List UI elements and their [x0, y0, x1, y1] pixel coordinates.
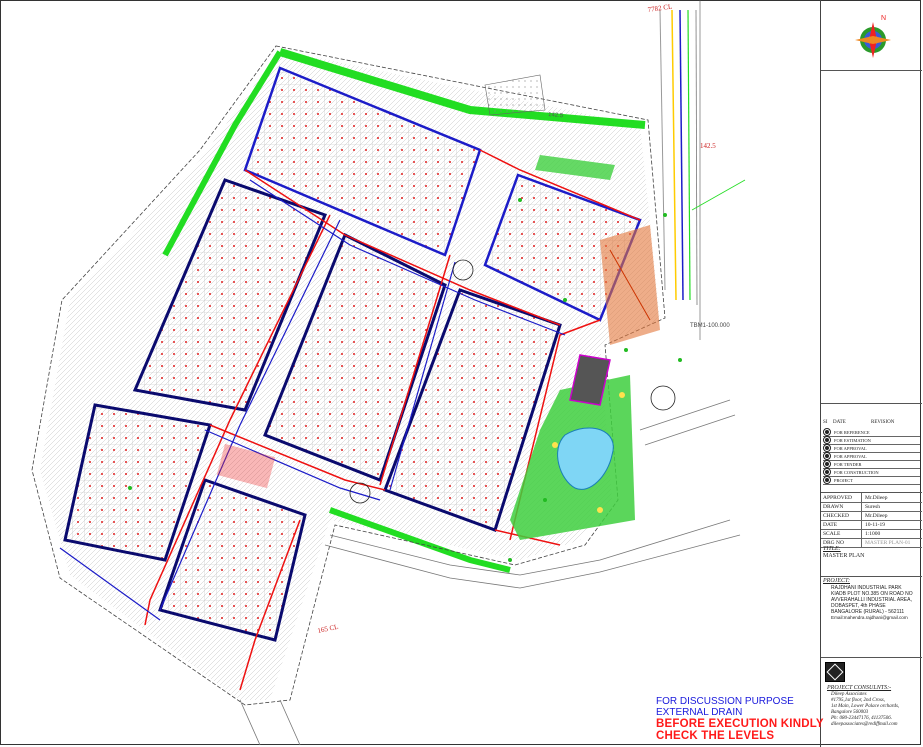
drawing-title: TITLE: MASTER PLAN [823, 546, 865, 560]
detail-value: 1:1000 [865, 530, 881, 537]
detail-key: SCALE [821, 529, 862, 538]
consultant-logo-icon [825, 662, 845, 682]
consultants-label: PROJECT CONSULNTS:- [827, 685, 892, 691]
title-value: MASTER PLAN [823, 553, 865, 559]
approach-road [659, 0, 746, 340]
utility-plot [484, 74, 546, 116]
project-info: PROJECT: RAJDHANI INDUSTRIAL PARK KIADB … [823, 578, 921, 621]
revision-header-date: DATE [833, 420, 846, 425]
revision-header-revision: REVISION [871, 420, 895, 425]
consultant-line: dileepassociates@rediffmail.com [831, 722, 898, 727]
detail-value: Mr.Dileep [865, 494, 888, 501]
note-warning: BEFORE EXECUTION KINDLY [656, 718, 824, 730]
road-chainage-label: 7782 CL [647, 3, 673, 14]
detail-key: DATE [821, 520, 862, 529]
level-label-right: 142.5 [700, 142, 716, 150]
svg-text:N: N [881, 15, 886, 22]
project-line: Email:mahendra.rajdhani@gmail.com [831, 615, 908, 620]
entrance-plaza [600, 225, 660, 345]
project-label: PROJECT: [823, 578, 850, 584]
consultants-info: PROJECT CONSULNTS:- Dileep Associates #1… [827, 685, 921, 728]
revision-header-si: SI [823, 420, 828, 425]
detail-value: 10-11-19 [865, 521, 885, 528]
tbm-label: TBM1-100.000 [690, 323, 730, 329]
turning-circle [650, 385, 676, 411]
note-warning: CHECK THE LEVELS [656, 730, 775, 742]
note-line: FOR DISCUSSION PURPOSE [656, 696, 794, 707]
detail-value: Suresh [865, 503, 880, 510]
title-block: N SI DATE REVISION FOR REFERENCE FOR EST… [820, 0, 922, 747]
title-label: TITLE: [823, 546, 841, 552]
north-arrow-compass-icon: N [855, 15, 891, 58]
detail-key: CHECKED [821, 511, 862, 520]
master-plan-drawing: 7782 CL 142.5 TBM1-100.000 142.5 165 CL [31, 0, 746, 746]
level-label-bottom: 165 CL [317, 623, 339, 635]
detail-value: MASTER PLAN-01 [865, 539, 911, 546]
discussion-notes: FOR DISCUSSION PURPOSE EXTERNAL DRAIN BE… [656, 696, 824, 742]
revision-row: PROJECT [823, 476, 920, 485]
detail-key: DRAWN [821, 502, 862, 511]
detail-key: APPROVED [821, 493, 862, 502]
drawing-details: APPROVED Mr.Dileep DRAWN Suresh CHECKED Mr.… [821, 492, 922, 548]
detail-value: Mr.Dileep [865, 512, 888, 519]
note-line: EXTERNAL DRAIN [656, 707, 743, 718]
revision-table: SI DATE REVISION FOR REFERENCE FOR ESTIM… [821, 403, 922, 489]
